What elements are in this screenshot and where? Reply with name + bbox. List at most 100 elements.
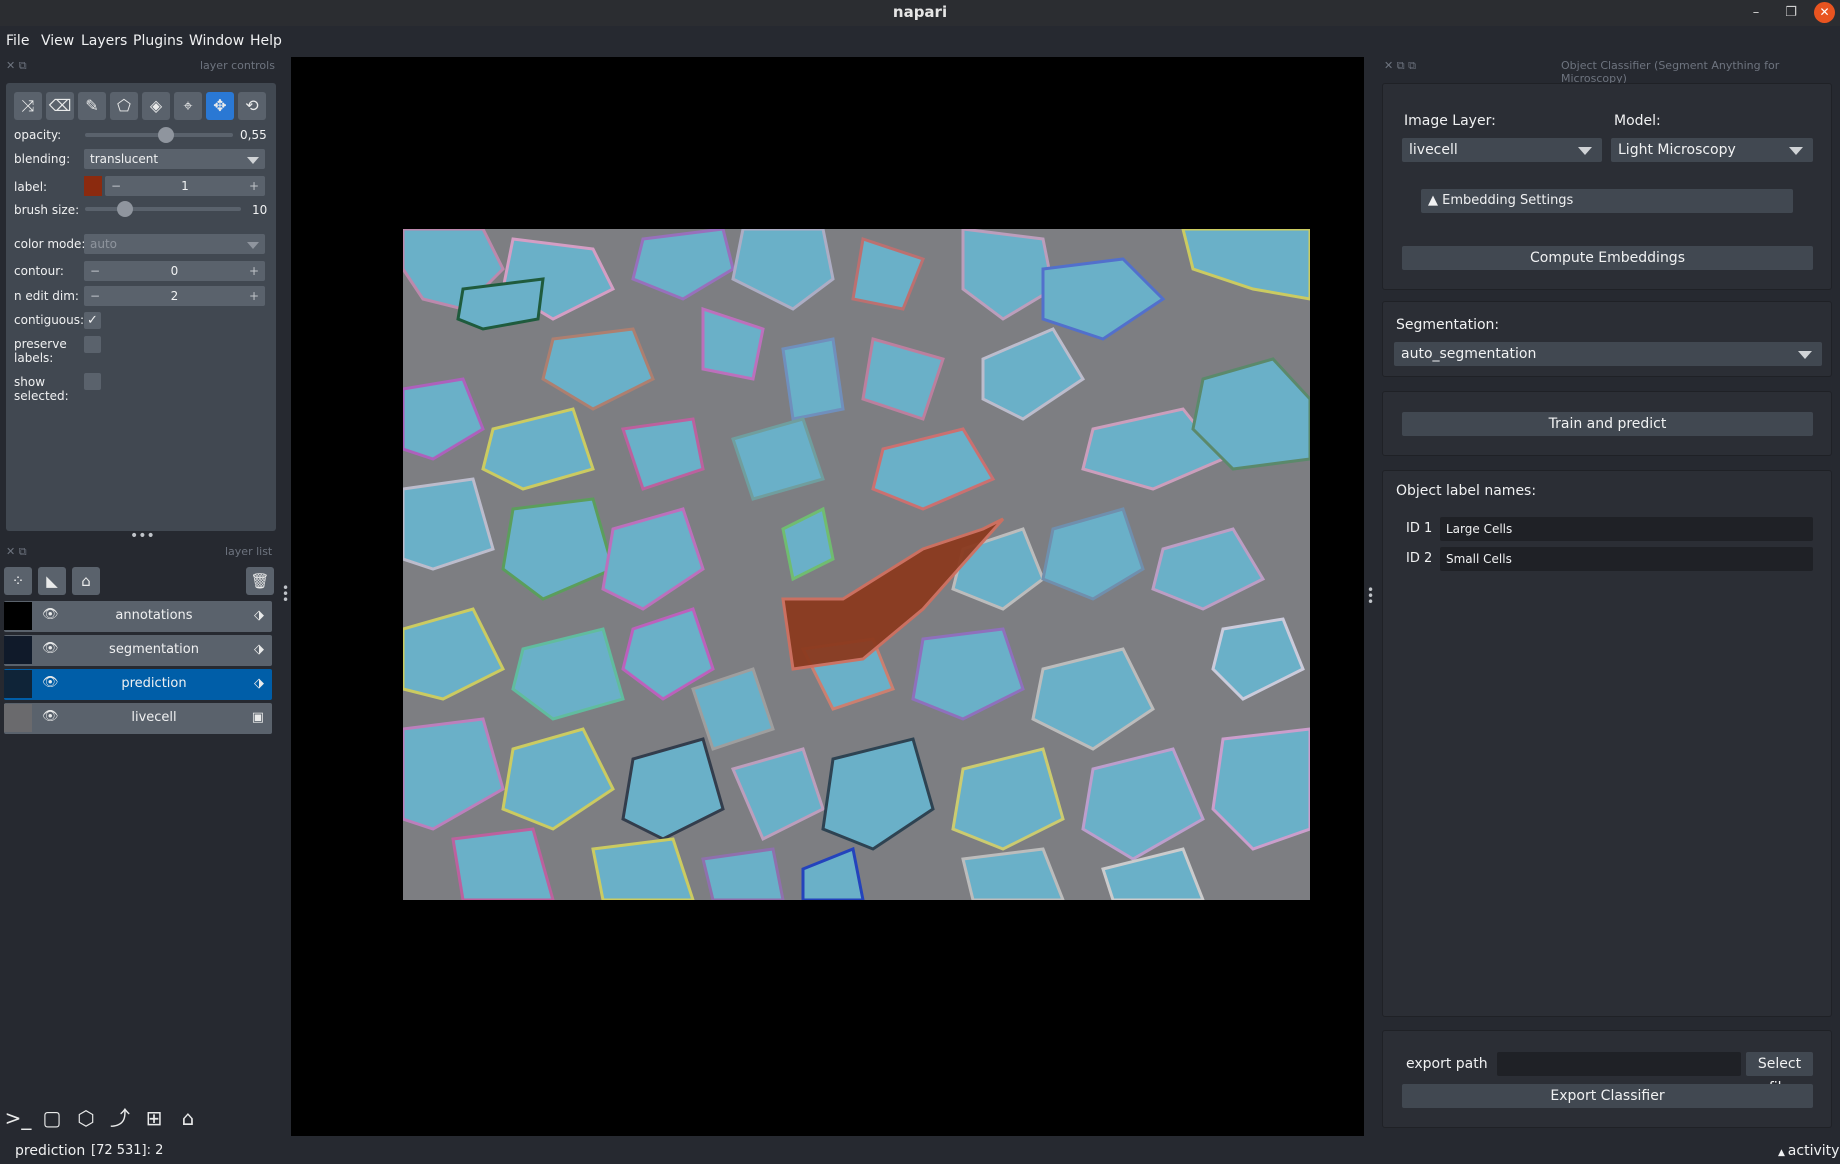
- splitter-handle-icon[interactable]: •••: [1367, 584, 1374, 608]
- chevron-down-icon: [1789, 147, 1803, 155]
- image-layer-label: Image Layer:: [1404, 113, 1496, 129]
- chevron-down-icon: [1798, 351, 1812, 359]
- home-icon[interactable]: ⌂: [174, 1104, 202, 1132]
- console-icon[interactable]: >_: [4, 1104, 32, 1132]
- activity-label: activity: [1787, 1143, 1840, 1159]
- dock-close-icon[interactable]: ✕ ⧉: [6, 545, 27, 559]
- grid-icon[interactable]: ⊞: [140, 1104, 168, 1132]
- eye-icon[interactable]: 👁: [42, 641, 59, 656]
- menu-file[interactable]: File: [6, 33, 29, 49]
- segmentation-select[interactable]: auto_segmentation: [1394, 342, 1822, 366]
- eye-icon[interactable]: 👁: [42, 607, 59, 622]
- layer-name: livecell: [131, 710, 177, 725]
- decrement-icon[interactable]: −: [90, 286, 100, 306]
- label-label: label:: [14, 180, 48, 194]
- opacity-label: opacity:: [14, 128, 62, 142]
- layer-name: segmentation: [109, 642, 199, 657]
- new-labels-layer-icon[interactable]: ⌂: [72, 567, 100, 595]
- ndisplay-square-icon[interactable]: ▢: [38, 1104, 66, 1132]
- polygon-icon[interactable]: ⬠: [110, 92, 138, 120]
- n-edit-dim-spinbox[interactable]: − 2 +: [84, 286, 265, 306]
- export-section: [1382, 1030, 1832, 1128]
- transform-icon[interactable]: ⟲: [238, 92, 266, 120]
- layer-row-prediction[interactable]: 👁 prediction ⬗: [4, 669, 272, 700]
- layer-thumbnail: [4, 704, 32, 732]
- menu-layers[interactable]: Layers: [81, 33, 127, 49]
- splitter-handle-icon[interactable]: •••: [130, 528, 155, 544]
- layer-name: prediction: [121, 676, 187, 691]
- decrement-icon[interactable]: −: [90, 261, 100, 281]
- embedding-settings-toggle[interactable]: ▲ Embedding Settings: [1421, 189, 1793, 213]
- blending-select[interactable]: translucent: [84, 149, 265, 169]
- label-name-input-1[interactable]: Large Cells: [1440, 517, 1813, 541]
- preserve-labels-checkbox[interactable]: [84, 336, 101, 353]
- export-path-label: export path: [1406, 1056, 1488, 1072]
- dock-close-icon[interactable]: ✕ ⧉ ⧉: [1384, 59, 1416, 73]
- layer-controls-title: layer controls: [200, 59, 275, 72]
- pan-zoom-icon[interactable]: ✥: [206, 92, 234, 120]
- preserve-labels-label-line2: labels:: [14, 351, 54, 365]
- brush-size-slider[interactable]: [85, 207, 241, 211]
- color-mode-select[interactable]: auto: [84, 234, 265, 254]
- close-icon[interactable]: ✕: [1814, 2, 1835, 23]
- show-selected-checkbox[interactable]: [84, 373, 101, 390]
- paint-brush-icon[interactable]: ✎: [78, 92, 106, 120]
- layer-row-segmentation[interactable]: 👁 segmentation ⬗: [4, 635, 272, 666]
- label-spinbox[interactable]: − 1 +: [105, 176, 265, 196]
- title-bar: napari – ❐ ✕: [0, 0, 1840, 26]
- layer-row-livecell[interactable]: 👁 livecell ▣: [4, 703, 272, 734]
- eye-icon[interactable]: 👁: [42, 709, 59, 724]
- roll-axes-icon[interactable]: ⤴: [106, 1104, 134, 1132]
- new-points-layer-icon[interactable]: ⁘: [4, 567, 32, 595]
- increment-icon[interactable]: +: [249, 286, 259, 306]
- maximize-icon[interactable]: ❐: [1780, 2, 1802, 24]
- eye-icon[interactable]: 👁: [42, 675, 59, 690]
- label-name-input-2[interactable]: Small Cells: [1440, 547, 1813, 571]
- fill-bucket-icon[interactable]: ◈: [142, 92, 170, 120]
- decrement-icon[interactable]: −: [111, 176, 121, 196]
- layer-row-annotations[interactable]: 👁 annotations ⬗: [4, 601, 272, 632]
- menu-bar: File View Layers Plugins Window Help: [0, 28, 1840, 56]
- contour-spinbox[interactable]: − 0 +: [84, 261, 265, 281]
- export-path-input[interactable]: [1497, 1052, 1741, 1076]
- label-id-1: ID 1: [1406, 521, 1433, 536]
- color-picker-icon[interactable]: ⌖: [174, 92, 202, 120]
- menu-help[interactable]: Help: [250, 33, 282, 49]
- brush-size-slider-handle[interactable]: [117, 201, 133, 217]
- menu-plugins[interactable]: Plugins: [133, 33, 183, 49]
- compute-embeddings-button[interactable]: Compute Embeddings: [1402, 246, 1813, 270]
- increment-icon[interactable]: +: [249, 261, 259, 281]
- export-classifier-button[interactable]: Export Classifier: [1402, 1084, 1813, 1108]
- napari-window: napari – ❐ ✕ File View Layers Plugins Wi…: [0, 0, 1840, 1164]
- increment-icon[interactable]: +: [249, 176, 259, 196]
- show-selected-label-line2: selected:: [14, 389, 69, 403]
- contiguous-checkbox[interactable]: ✓: [84, 312, 101, 329]
- select-file-button[interactable]: Select file: [1746, 1052, 1813, 1096]
- tag-icon: ⬗: [254, 676, 264, 691]
- opacity-slider-handle[interactable]: [158, 127, 174, 143]
- dock-close-icon[interactable]: ✕ ⧉: [6, 59, 27, 73]
- delete-layer-icon[interactable]: 🗑: [246, 567, 274, 595]
- menu-window[interactable]: Window: [189, 33, 244, 49]
- embedding-settings-label: Embedding Settings: [1442, 193, 1574, 208]
- status-bar: prediction [72 531]: 2 ▲ activity: [0, 1140, 1840, 1164]
- minimize-icon[interactable]: –: [1745, 2, 1767, 24]
- tag-icon: ⬗: [254, 642, 264, 657]
- shuffle-colors-icon[interactable]: ⤨: [14, 92, 42, 120]
- opacity-value: 0,55: [240, 128, 267, 142]
- 3d-cube-icon[interactable]: ⬡: [72, 1104, 100, 1132]
- label-color-swatch[interactable]: [84, 176, 102, 196]
- splitter-handle-icon[interactable]: •••: [282, 582, 289, 606]
- eraser-icon[interactable]: ⌫: [46, 92, 74, 120]
- model-select[interactable]: Light Microscopy: [1611, 138, 1813, 162]
- activity-toggle[interactable]: ▲ activity: [1778, 1143, 1839, 1159]
- menu-view[interactable]: View: [41, 33, 74, 49]
- layer-thumbnail: [4, 602, 32, 630]
- image-layer-select[interactable]: livecell: [1402, 138, 1602, 162]
- contiguous-label: contiguous:: [14, 313, 85, 327]
- model-label: Model:: [1614, 113, 1661, 129]
- image-icon: ▣: [251, 710, 264, 725]
- new-shapes-layer-icon[interactable]: ◣: [38, 567, 66, 595]
- microscopy-image[interactable]: [403, 229, 1310, 900]
- train-and-predict-button[interactable]: Train and predict: [1402, 412, 1813, 436]
